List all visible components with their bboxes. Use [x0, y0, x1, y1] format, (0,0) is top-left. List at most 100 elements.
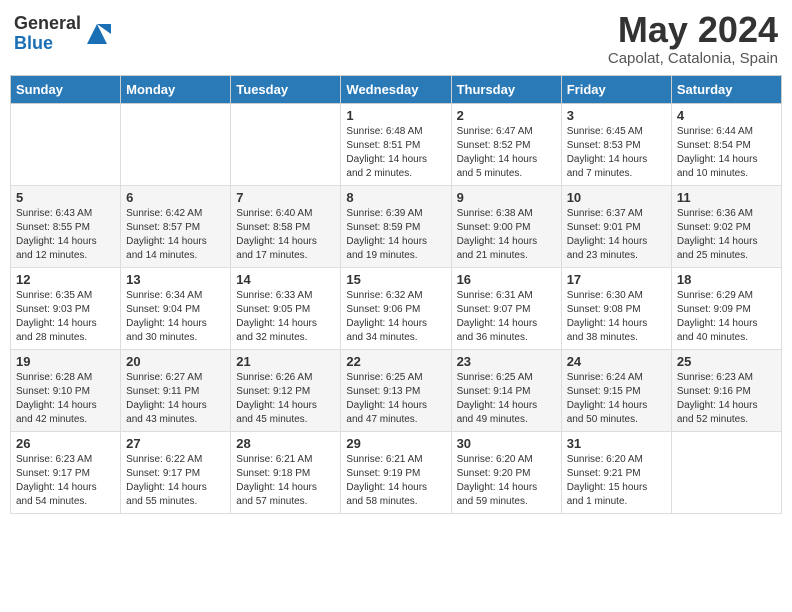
logo: General Blue: [14, 14, 111, 54]
day-number: 24: [567, 354, 666, 369]
day-info: Sunrise: 6:23 AMSunset: 9:16 PMDaylight:…: [677, 371, 776, 427]
day-number: 13: [126, 272, 225, 287]
calendar-cell: 24 Sunrise: 6:24 AMSunset: 9:15 PMDayligh…: [561, 349, 671, 431]
day-info: Sunrise: 6:30 AMSunset: 9:08 PMDaylight:…: [567, 289, 666, 345]
day-number: 29: [346, 436, 445, 451]
day-info: Sunrise: 6:44 AMSunset: 8:54 PMDaylight:…: [677, 125, 776, 181]
day-number: 9: [457, 190, 556, 205]
title-block: May 2024 Capolat, Catalonia, Spain: [608, 10, 778, 67]
page-header: General Blue May 2024 Capolat, Catalonia…: [10, 10, 782, 67]
day-info: Sunrise: 6:24 AMSunset: 9:15 PMDaylight:…: [567, 371, 666, 427]
day-number: 12: [16, 272, 115, 287]
day-info: Sunrise: 6:43 AMSunset: 8:55 PMDaylight:…: [16, 207, 115, 263]
day-info: Sunrise: 6:21 AMSunset: 9:19 PMDaylight:…: [346, 453, 445, 509]
day-number: 6: [126, 190, 225, 205]
calendar-cell: 27Sunrise: 6:22 AMSunset: 9:17 PMDayligh…: [121, 431, 231, 513]
day-number: 26: [16, 436, 115, 451]
calendar-cell: 6 Sunrise: 6:42 AMSunset: 8:57 PMDaylight…: [121, 185, 231, 267]
day-number: 1: [346, 108, 445, 123]
day-info: Sunrise: 6:40 AMSunset: 8:58 PMDaylight:…: [236, 207, 335, 263]
day-number: 16: [457, 272, 556, 287]
calendar-week-row: 26Sunrise: 6:23 AMSunset: 9:17 PMDayligh…: [11, 431, 782, 513]
day-number: 7: [236, 190, 335, 205]
logo-blue: Blue: [14, 34, 81, 54]
day-info: Sunrise: 6:45 AMSunset: 8:53 PMDaylight:…: [567, 125, 666, 181]
calendar-cell: 13 Sunrise: 6:34 AMSunset: 9:04 PMDayligh…: [121, 267, 231, 349]
calendar-week-row: 12 Sunrise: 6:35 AMSunset: 9:03 PMDayligh…: [11, 267, 782, 349]
calendar-cell: 10 Sunrise: 6:37 AMSunset: 9:01 PMDayligh…: [561, 185, 671, 267]
calendar-cell: 1 Sunrise: 6:48 AMSunset: 8:51 PMDaylight…: [341, 103, 451, 185]
day-info: Sunrise: 6:20 AMSunset: 9:21 PMDaylight:…: [567, 453, 666, 509]
calendar-cell: [231, 103, 341, 185]
weekday-header: Thursday: [451, 75, 561, 103]
day-number: 30: [457, 436, 556, 451]
calendar-cell: 9 Sunrise: 6:38 AMSunset: 9:00 PMDaylight…: [451, 185, 561, 267]
day-info: Sunrise: 6:32 AMSunset: 9:06 PMDaylight:…: [346, 289, 445, 345]
header-row: SundayMondayTuesdayWednesdayThursdayFrid…: [11, 75, 782, 103]
calendar-cell: [671, 431, 781, 513]
calendar-cell: 16 Sunrise: 6:31 AMSunset: 9:07 PMDayligh…: [451, 267, 561, 349]
day-number: 19: [16, 354, 115, 369]
day-number: 28: [236, 436, 335, 451]
day-info: Sunrise: 6:25 AMSunset: 9:13 PMDaylight:…: [346, 371, 445, 427]
calendar-cell: 26Sunrise: 6:23 AMSunset: 9:17 PMDayligh…: [11, 431, 121, 513]
day-info: Sunrise: 6:31 AMSunset: 9:07 PMDaylight:…: [457, 289, 556, 345]
day-info: Sunrise: 6:37 AMSunset: 9:01 PMDaylight:…: [567, 207, 666, 263]
day-number: 2: [457, 108, 556, 123]
calendar-cell: 28Sunrise: 6:21 AMSunset: 9:18 PMDayligh…: [231, 431, 341, 513]
day-info: Sunrise: 6:48 AMSunset: 8:51 PMDaylight:…: [346, 125, 445, 181]
weekday-header: Saturday: [671, 75, 781, 103]
day-info: Sunrise: 6:39 AMSunset: 8:59 PMDaylight:…: [346, 207, 445, 263]
day-number: 11: [677, 190, 776, 205]
day-info: Sunrise: 6:22 AMSunset: 9:17 PMDaylight:…: [126, 453, 225, 509]
day-info: Sunrise: 6:26 AMSunset: 9:12 PMDaylight:…: [236, 371, 335, 427]
day-number: 21: [236, 354, 335, 369]
day-number: 23: [457, 354, 556, 369]
day-number: 18: [677, 272, 776, 287]
day-info: Sunrise: 6:47 AMSunset: 8:52 PMDaylight:…: [457, 125, 556, 181]
calendar-cell: [11, 103, 121, 185]
day-number: 25: [677, 354, 776, 369]
day-info: Sunrise: 6:38 AMSunset: 9:00 PMDaylight:…: [457, 207, 556, 263]
weekday-header: Sunday: [11, 75, 121, 103]
calendar-cell: 18 Sunrise: 6:29 AMSunset: 9:09 PMDayligh…: [671, 267, 781, 349]
calendar-cell: 7 Sunrise: 6:40 AMSunset: 8:58 PMDaylight…: [231, 185, 341, 267]
calendar-cell: 14Sunrise: 6:33 AMSunset: 9:05 PMDayligh…: [231, 267, 341, 349]
day-number: 10: [567, 190, 666, 205]
weekday-header: Tuesday: [231, 75, 341, 103]
calendar-cell: 29 Sunrise: 6:21 AMSunset: 9:19 PMDayligh…: [341, 431, 451, 513]
logo-icon: [83, 20, 111, 48]
day-info: Sunrise: 6:33 AMSunset: 9:05 PMDaylight:…: [236, 289, 335, 345]
weekday-header: Monday: [121, 75, 231, 103]
calendar-cell: 8Sunrise: 6:39 AMSunset: 8:59 PMDaylight…: [341, 185, 451, 267]
calendar-cell: 31Sunrise: 6:20 AMSunset: 9:21 PMDayligh…: [561, 431, 671, 513]
day-info: Sunrise: 6:34 AMSunset: 9:04 PMDaylight:…: [126, 289, 225, 345]
calendar-week-row: 5 Sunrise: 6:43 AMSunset: 8:55 PMDaylight…: [11, 185, 782, 267]
calendar-cell: 5 Sunrise: 6:43 AMSunset: 8:55 PMDaylight…: [11, 185, 121, 267]
day-number: 17: [567, 272, 666, 287]
day-info: Sunrise: 6:36 AMSunset: 9:02 PMDaylight:…: [677, 207, 776, 263]
day-info: Sunrise: 6:42 AMSunset: 8:57 PMDaylight:…: [126, 207, 225, 263]
calendar-cell: 12 Sunrise: 6:35 AMSunset: 9:03 PMDayligh…: [11, 267, 121, 349]
calendar-week-row: 1 Sunrise: 6:48 AMSunset: 8:51 PMDaylight…: [11, 103, 782, 185]
calendar-cell: 15 Sunrise: 6:32 AMSunset: 9:06 PMDayligh…: [341, 267, 451, 349]
calendar-cell: 11 Sunrise: 6:36 AMSunset: 9:02 PMDayligh…: [671, 185, 781, 267]
weekday-header: Friday: [561, 75, 671, 103]
day-info: Sunrise: 6:29 AMSunset: 9:09 PMDaylight:…: [677, 289, 776, 345]
calendar-cell: 25 Sunrise: 6:23 AMSunset: 9:16 PMDayligh…: [671, 349, 781, 431]
day-info: Sunrise: 6:35 AMSunset: 9:03 PMDaylight:…: [16, 289, 115, 345]
calendar-cell: 30Sunrise: 6:20 AMSunset: 9:20 PMDayligh…: [451, 431, 561, 513]
calendar-week-row: 19Sunrise: 6:28 AMSunset: 9:10 PMDayligh…: [11, 349, 782, 431]
day-number: 5: [16, 190, 115, 205]
day-number: 22: [346, 354, 445, 369]
calendar-cell: [121, 103, 231, 185]
calendar-cell: 17 Sunrise: 6:30 AMSunset: 9:08 PMDayligh…: [561, 267, 671, 349]
calendar-cell: 22 Sunrise: 6:25 AMSunset: 9:13 PMDayligh…: [341, 349, 451, 431]
logo-general: General: [14, 14, 81, 34]
day-info: Sunrise: 6:25 AMSunset: 9:14 PMDaylight:…: [457, 371, 556, 427]
month-title: May 2024: [608, 10, 778, 50]
day-number: 15: [346, 272, 445, 287]
weekday-header: Wednesday: [341, 75, 451, 103]
calendar-cell: 21 Sunrise: 6:26 AMSunset: 9:12 PMDayligh…: [231, 349, 341, 431]
calendar-table: SundayMondayTuesdayWednesdayThursdayFrid…: [10, 75, 782, 514]
